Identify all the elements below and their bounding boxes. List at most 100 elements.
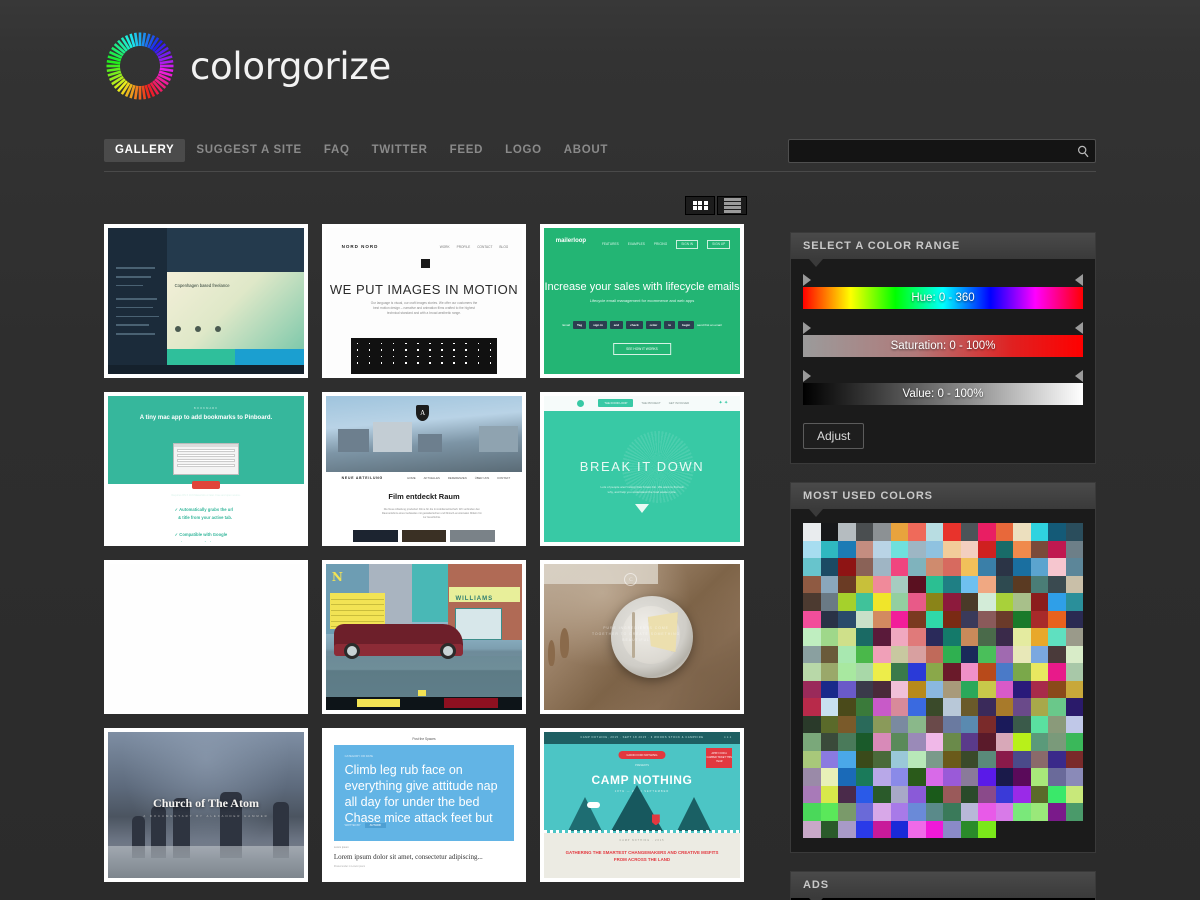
hue-slider-handle-right[interactable]: [1075, 274, 1083, 286]
color-swatch[interactable]: [908, 663, 926, 681]
color-swatch[interactable]: [820, 768, 838, 786]
color-swatch[interactable]: [1030, 523, 1048, 541]
color-swatch[interactable]: [995, 575, 1013, 593]
color-swatch[interactable]: [908, 803, 926, 821]
color-swatch[interactable]: [908, 750, 926, 768]
color-swatch[interactable]: [873, 698, 891, 716]
color-swatch[interactable]: [890, 680, 908, 698]
color-swatch[interactable]: [960, 593, 978, 611]
hue-slider-handle-left[interactable]: [803, 274, 811, 286]
color-swatch[interactable]: [1065, 575, 1083, 593]
color-swatch[interactable]: [960, 820, 978, 838]
color-swatch[interactable]: [978, 680, 996, 698]
color-swatch[interactable]: [803, 610, 821, 628]
color-swatch[interactable]: [943, 628, 961, 646]
color-swatch[interactable]: [1013, 540, 1031, 558]
color-swatch[interactable]: [925, 785, 943, 803]
gallery-item[interactable]: Church of The Atom A DOCUMENTARY BY ALEX…: [104, 728, 308, 882]
color-swatch[interactable]: [1030, 558, 1048, 576]
color-swatch[interactable]: [820, 663, 838, 681]
color-swatch[interactable]: [925, 645, 943, 663]
color-swatch[interactable]: [1065, 610, 1083, 628]
color-swatch[interactable]: [908, 785, 926, 803]
color-swatch[interactable]: [1048, 663, 1066, 681]
saturation-slider-label[interactable]: Saturation: 0 - 100%: [803, 335, 1083, 357]
color-swatch[interactable]: [1048, 540, 1066, 558]
color-swatch[interactable]: [960, 523, 978, 541]
color-swatch[interactable]: [995, 785, 1013, 803]
color-swatch[interactable]: [838, 558, 856, 576]
color-swatch[interactable]: [960, 803, 978, 821]
color-swatch[interactable]: [978, 820, 996, 838]
color-swatch[interactable]: [925, 715, 943, 733]
color-swatch[interactable]: [820, 698, 838, 716]
color-swatch[interactable]: [803, 663, 821, 681]
color-swatch[interactable]: [925, 803, 943, 821]
color-swatch[interactable]: [960, 750, 978, 768]
color-swatch[interactable]: [1013, 715, 1031, 733]
color-swatch[interactable]: [1030, 575, 1048, 593]
color-swatch[interactable]: [820, 645, 838, 663]
color-swatch[interactable]: [890, 698, 908, 716]
color-swatch[interactable]: [890, 733, 908, 751]
color-swatch[interactable]: [943, 698, 961, 716]
color-swatch[interactable]: [943, 645, 961, 663]
color-swatch[interactable]: [838, 645, 856, 663]
color-swatch[interactable]: [1030, 715, 1048, 733]
color-swatch[interactable]: [1013, 610, 1031, 628]
color-swatch[interactable]: [1065, 715, 1083, 733]
color-swatch[interactable]: [960, 768, 978, 786]
color-swatch[interactable]: [978, 540, 996, 558]
color-swatch[interactable]: [943, 575, 961, 593]
color-swatch[interactable]: [960, 558, 978, 576]
color-swatch[interactable]: [1048, 593, 1066, 611]
color-swatch[interactable]: [855, 785, 873, 803]
nav-item-twitter[interactable]: TWITTER: [361, 139, 439, 162]
color-swatch[interactable]: [873, 610, 891, 628]
color-swatch[interactable]: [855, 645, 873, 663]
color-swatch[interactable]: [1030, 698, 1048, 716]
color-swatch[interactable]: [803, 645, 821, 663]
color-swatch[interactable]: [803, 575, 821, 593]
color-swatch[interactable]: [1013, 523, 1031, 541]
color-swatch[interactable]: [995, 663, 1013, 681]
color-swatch[interactable]: [820, 733, 838, 751]
color-swatch[interactable]: [1048, 698, 1066, 716]
nav-item-faq[interactable]: FAQ: [313, 139, 361, 162]
color-swatch[interactable]: [873, 785, 891, 803]
color-swatch[interactable]: [838, 750, 856, 768]
color-swatch[interactable]: [908, 680, 926, 698]
color-swatch[interactable]: [1065, 558, 1083, 576]
color-swatch[interactable]: [943, 820, 961, 838]
color-swatch[interactable]: [943, 663, 961, 681]
color-swatch[interactable]: [925, 523, 943, 541]
color-swatch[interactable]: [873, 733, 891, 751]
color-swatch[interactable]: [803, 628, 821, 646]
color-swatch[interactable]: [960, 733, 978, 751]
gallery-item[interactable]: CAMP NOTHING, 2015 · SEPT 18 2015 · 3 WO…: [540, 728, 744, 882]
search-box[interactable]: [788, 139, 1096, 163]
color-swatch[interactable]: [1013, 593, 1031, 611]
color-swatch[interactable]: [943, 750, 961, 768]
color-swatch[interactable]: [925, 698, 943, 716]
color-swatch[interactable]: [925, 558, 943, 576]
color-swatch[interactable]: [925, 593, 943, 611]
color-swatch[interactable]: [890, 593, 908, 611]
color-swatch[interactable]: [890, 575, 908, 593]
color-swatch[interactable]: [803, 750, 821, 768]
color-swatch[interactable]: [1065, 523, 1083, 541]
color-swatch[interactable]: [1065, 698, 1083, 716]
color-swatch[interactable]: [995, 698, 1013, 716]
gallery-item[interactable]: BOOKMARK A tiny mac app to add bookmarks…: [104, 392, 308, 546]
color-swatch[interactable]: [803, 558, 821, 576]
saturation-slider-handle-left[interactable]: [803, 322, 811, 334]
color-swatch[interactable]: [995, 733, 1013, 751]
color-swatch[interactable]: [925, 750, 943, 768]
color-swatch[interactable]: [1030, 645, 1048, 663]
color-swatch[interactable]: [820, 680, 838, 698]
color-swatch[interactable]: [855, 628, 873, 646]
color-swatch[interactable]: [873, 558, 891, 576]
color-swatch[interactable]: [1030, 593, 1048, 611]
color-swatch[interactable]: [873, 715, 891, 733]
color-swatch[interactable]: [943, 768, 961, 786]
